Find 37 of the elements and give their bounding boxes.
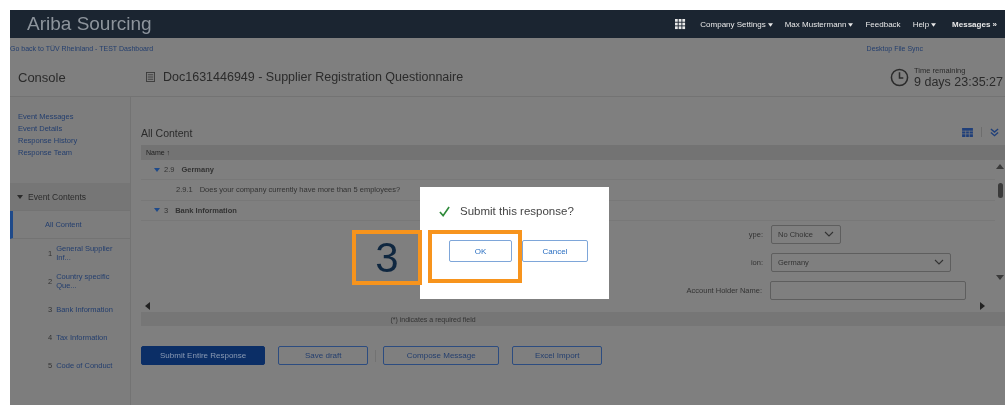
section-label: Event Contents <box>28 191 87 202</box>
apps-grid-icon[interactable] <box>675 18 687 30</box>
dialog-button[interactable]: OK <box>449 240 512 262</box>
time-value: 9 days 23:35:27 <box>914 74 1003 89</box>
section-header[interactable]: Event Contents <box>10 183 130 211</box>
scroll-up-icon[interactable] <box>996 164 1004 169</box>
header-menu[interactable]: Company Settings <box>700 19 773 29</box>
table-icon[interactable] <box>962 127 973 137</box>
checkmark-icon <box>439 205 450 217</box>
chevron-down-icon <box>934 259 944 266</box>
document-title: Doc1631446949 - Supplier Registration Questionnaire <box>163 70 465 84</box>
scroll-right-icon[interactable] <box>980 302 985 310</box>
action-button[interactable]: Save draft <box>278 346 369 365</box>
action-button[interactable]: Compose Message <box>383 346 500 365</box>
header-menu[interactable]: Feedback <box>865 19 901 29</box>
dialog-button[interactable]: Cancel <box>522 240 588 262</box>
app-logo: Ariba Sourcing <box>27 13 152 35</box>
scroll-left-icon[interactable] <box>145 302 150 310</box>
action-button[interactable]: Excel Import <box>512 346 603 365</box>
content-title: All Content <box>141 127 193 141</box>
console-title: Console <box>17 69 67 85</box>
scroll-down-icon[interactable] <box>996 275 1004 280</box>
text-field[interactable] <box>770 281 966 300</box>
document-icon <box>146 72 155 82</box>
header-menu[interactable]: Max Mustermann <box>784 19 854 29</box>
expand-toggle-icon[interactable] <box>154 166 160 173</box>
clock-icon <box>890 67 910 87</box>
dialog-title: Submit this response? <box>460 205 574 217</box>
caret-icon <box>17 193 23 200</box>
scrollbar-thumb[interactable] <box>997 183 1003 198</box>
expand-icon[interactable] <box>990 127 999 137</box>
action-button[interactable]: Submit Entire Response <box>141 346 266 365</box>
header-menu[interactable]: Help <box>912 19 937 29</box>
expand-toggle-icon[interactable] <box>154 207 160 214</box>
step-number: 3 <box>375 233 399 282</box>
chevron-down-icon <box>824 231 834 238</box>
messages-link[interactable]: Messages » <box>952 19 997 29</box>
